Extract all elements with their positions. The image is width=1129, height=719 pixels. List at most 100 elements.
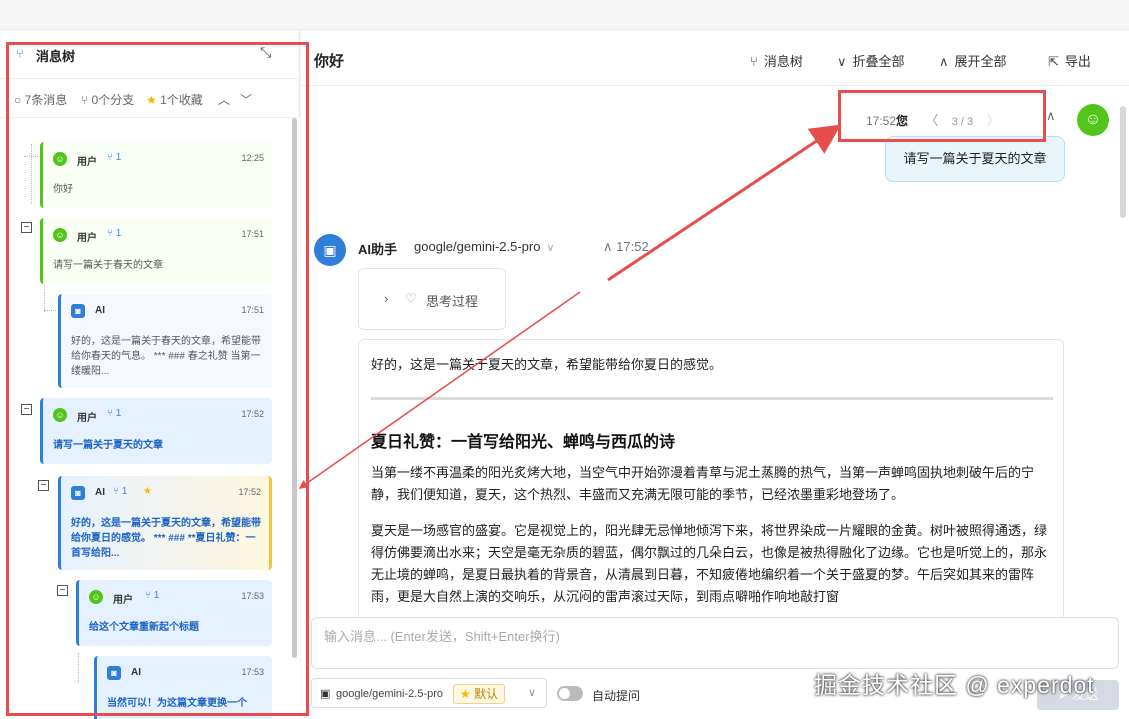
tree-connector — [24, 156, 38, 157]
node-author: AI — [95, 305, 105, 316]
tree-node-user[interactable]: ☺ 用户 ⑂ 1 12:25 你好 — [40, 142, 272, 208]
branch-count: ⑂ 0个分支 — [81, 93, 135, 107]
tree-node-user-selected[interactable]: ☺ 用户 ⑂ 1 17:52 请写一篇关于夏天的文章 — [40, 398, 272, 464]
node-text: 请写一篇关于夏天的文章 — [53, 440, 163, 451]
ai-avatar-icon: ▣ — [314, 234, 346, 266]
branch-icon: ⑂ — [16, 46, 24, 61]
thinking-label: 思考过程 — [426, 294, 479, 309]
tree-scrollbar[interactable] — [292, 118, 297, 658]
chat-title: 你好 — [314, 53, 345, 70]
node-branch-badge: ⑂ 1 — [113, 486, 128, 497]
ai-model-selector[interactable]: google/gemini-2.5-pro ∨ — [414, 239, 555, 254]
tree-node-ai-favorite[interactable]: ◙ AI ⑂ 1 ★ 17:52 好的，这是一篇关于夏天的文章，希望能带给你夏日… — [58, 476, 272, 570]
prev-version-icon[interactable]: 〈 — [925, 113, 938, 128]
auto-ask-toggle[interactable] — [557, 686, 583, 701]
expand-all-button[interactable]: ∧ 展开全部 — [939, 51, 1007, 70]
tree-list: − − − − ☺ 用户 ⑂ 1 12:25 你好 ☺ 用户 ⑂ 1 17:51… — [0, 118, 300, 719]
user-avatar-icon: ☺ — [53, 228, 67, 242]
answer-paragraph: 当第一缕不再温柔的阳光炙烤大地，当空气中开始弥漫着青草与泥土蒸腾的热气，当第一声… — [371, 465, 1035, 502]
model-selector-label: google/gemini-2.5-pro — [336, 688, 444, 700]
prev-favorite-icon[interactable]: ︿ — [218, 91, 230, 108]
user-avatar-icon: ☺ — [53, 152, 67, 166]
collapse-toggle[interactable]: − — [57, 585, 68, 596]
node-branch-badge: ⑂ 1 — [107, 152, 122, 163]
node-time: 17:53 — [241, 591, 264, 601]
node-branch-count: 1 — [115, 152, 122, 163]
node-text: 好的，这是一篇关于夏天的文章，希望能带给你夏日的感觉。 *** ### **夏日… — [71, 518, 261, 559]
node-author: AI — [95, 487, 105, 498]
node-author: 用户 — [77, 157, 97, 168]
node-text: 好的，这是一篇关于春天的文章，希望能带给你春天的气息。 *** ### 春之礼赞… — [71, 336, 261, 377]
node-text: 当然可以！为这篇文章更换一个 — [107, 698, 247, 709]
favorite-star-icon[interactable]: ★ — [143, 486, 152, 497]
tree-connector — [78, 653, 79, 683]
auto-ask-label: 自动提问 — [592, 689, 641, 703]
collapse-message-icon[interactable]: ∧ — [1046, 108, 1056, 124]
branch-count-label: 0个分支 — [91, 93, 135, 107]
answer-heading: 夏日礼赞：一首写给阳光、蝉鸣与西瓜的诗 — [371, 434, 676, 451]
model-selector[interactable]: ▣ google/gemini-2.5-pro ★ 默认 ∨ — [311, 678, 547, 708]
ai-avatar-icon: ◙ — [107, 666, 121, 680]
tree-node-user[interactable]: ☺ 用户 ⑂ 1 17:53 给这个文章重新起个标题 — [76, 580, 272, 646]
ai-avatar-icon: ◙ — [71, 304, 85, 318]
collapse-toggle[interactable]: − — [21, 222, 32, 233]
robot-icon: ▣ — [320, 688, 331, 700]
ai-time-label: 17:52 — [616, 239, 649, 254]
star-icon: ★ — [146, 93, 157, 107]
export-button[interactable]: ⇱ 导出 — [1048, 51, 1091, 70]
watermark: 掘金技术社区 @ experdot — [814, 672, 1095, 698]
ai-model-label: google/gemini-2.5-pro — [414, 239, 541, 254]
user-avatar-icon: ☺ — [53, 408, 67, 422]
message-tree-button[interactable]: ⑂ 消息树 — [750, 51, 803, 70]
chat-panel: 你好 ⑂ 消息树 ∨ 折叠全部 ∧ 展开全部 ⇱ 导出 17:52您 〈 3 / 3 〉… — [301, 30, 1129, 719]
node-author: 用户 — [77, 413, 97, 424]
collapse-all-label: 折叠全部 — [852, 54, 905, 69]
node-time: 17:51 — [241, 229, 264, 239]
header-divider — [301, 85, 1129, 86]
answer-intro: 好的，这是一篇关于夏天的文章，希望能带给你夏日的感觉。 — [371, 357, 723, 372]
message-tree-label: 消息树 — [763, 54, 803, 69]
thinking-process-toggle[interactable]: › ♡ 思考过程 — [358, 268, 506, 330]
branch-icon: ⑂ — [750, 54, 758, 69]
bulb-icon: ♡ — [405, 291, 417, 306]
tree-node-ai[interactable]: ◙ AI 17:51 好的，这是一篇关于春天的文章，希望能带给你春天的气息。 *… — [58, 294, 272, 388]
ai-name: AI助手 — [358, 242, 398, 257]
chat-scrollbar[interactable] — [1120, 106, 1126, 218]
export-icon: ⇱ — [1048, 54, 1059, 69]
tree-header: ⑂ 消息树 ⤡ — [0, 42, 300, 70]
answer-divider — [371, 397, 1053, 400]
node-author: AI — [131, 667, 141, 678]
star-icon: ★ — [460, 687, 471, 701]
message-input[interactable]: 输入消息... (Enter发送，Shift+Enter换行) — [311, 617, 1119, 669]
node-time: 17:52 — [238, 487, 261, 497]
node-branch-badge: ⑂ 1 — [145, 590, 160, 601]
collapse-toggle[interactable]: − — [38, 480, 49, 491]
message-tree-panel: ⑂ 消息树 ⤡ ○ 7条消息 ⑂ 0个分支 ★ 1个收藏 ︿ ﹀ − − − −… — [0, 30, 300, 719]
user-avatar-icon: ☺ — [89, 590, 103, 604]
next-favorite-icon[interactable]: ﹀ — [240, 91, 252, 108]
expand-all-label: 展开全部 — [954, 54, 1007, 69]
collapse-all-button[interactable]: ∨ 折叠全部 — [837, 51, 905, 70]
favorite-count-label: 1个收藏 — [160, 93, 203, 107]
node-text: 请写一篇关于春天的文章 — [53, 260, 163, 271]
default-badge: ★ 默认 — [453, 684, 506, 704]
tree-node-ai[interactable]: ◙ AI 17:53 当然可以！为这篇文章更换一个 — [94, 656, 272, 719]
node-branch-count: 1 — [115, 228, 122, 239]
node-text: 你好 — [53, 184, 73, 195]
node-time: 12:25 — [241, 153, 264, 163]
top-bar — [0, 0, 1129, 30]
ai-answer-card: 好的，这是一篇关于夏天的文章，希望能带给你夏日的感觉。 夏日礼赞：一首写给阳光、… — [358, 339, 1064, 629]
user-message-time: 17:52 — [866, 114, 897, 128]
ai-avatar-icon: ◙ — [71, 486, 85, 500]
next-version-icon[interactable]: 〉 — [987, 113, 1000, 128]
tree-node-user[interactable]: ☺ 用户 ⑂ 1 17:51 请写一篇关于春天的文章 — [40, 218, 272, 284]
user-avatar-icon: ☺ — [1077, 104, 1109, 136]
node-text: 给这个文章重新起个标题 — [89, 622, 199, 633]
favorite-count: ★ 1个收藏 — [146, 91, 203, 108]
collapse-toggle[interactable]: − — [21, 404, 32, 415]
tree-connector — [44, 282, 45, 312]
tree-stats: ○ 7条消息 ⑂ 0个分支 ★ 1个收藏 ︿ ﹀ — [0, 78, 300, 118]
minimize-icon[interactable]: ⤡ — [260, 44, 271, 61]
node-time: 17:53 — [241, 667, 264, 677]
user-message-meta: 17:52您 〈 3 / 3 〉 — [866, 110, 1000, 129]
